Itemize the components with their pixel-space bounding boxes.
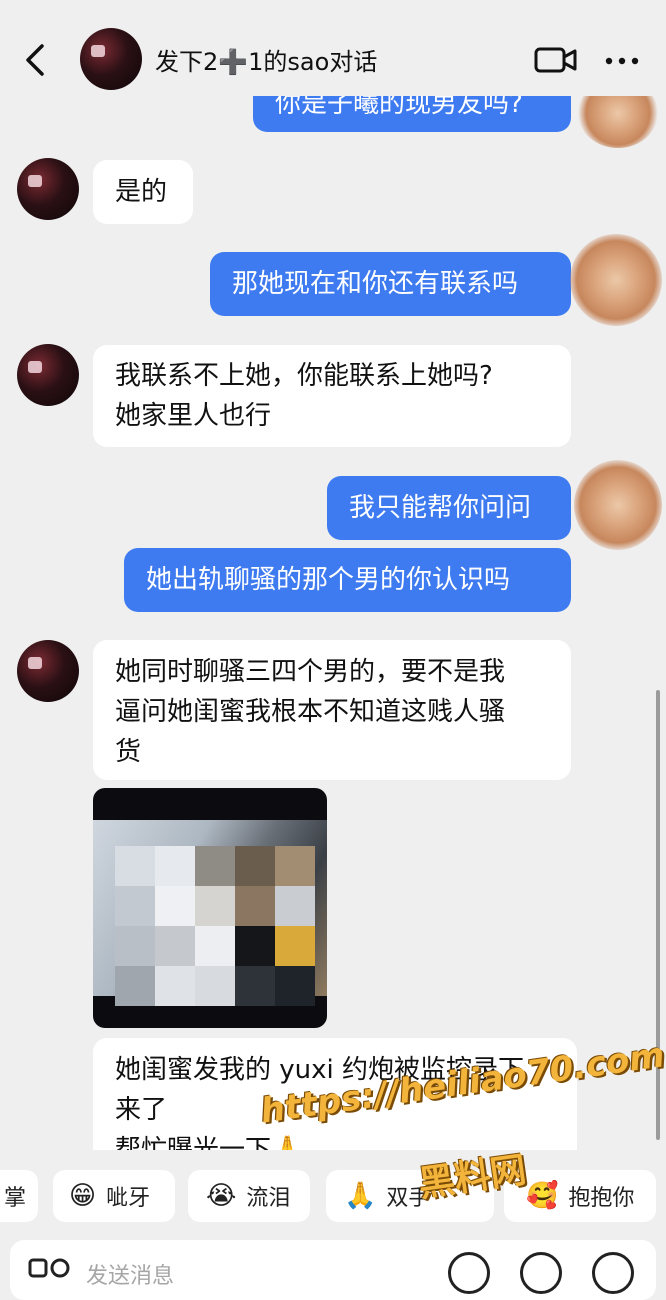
message-line: 我联系不上她，你能联系上她吗? <box>115 361 493 391</box>
message-text: 她出轨聊骚的那个男的你认识吗 <box>146 565 511 595</box>
mosaic-blur <box>115 846 315 1006</box>
grin-emoji-icon: 😁 <box>69 1181 97 1211</box>
chat-header: 发下2➕1的sao对话 <box>0 0 666 96</box>
contact-avatar[interactable] <box>17 158 79 220</box>
contact-avatar[interactable] <box>17 344 79 406</box>
reaction-chip[interactable]: 😁 呲牙 <box>53 1170 175 1222</box>
reaction-chip[interactable]: 😭 流泪 <box>188 1170 310 1222</box>
reaction-label: 抱抱你 <box>568 1186 635 1211</box>
reaction-label: 呲牙 <box>106 1186 151 1211</box>
message-bubble-incoming[interactable]: 是的 <box>93 160 193 224</box>
self-avatar[interactable] <box>570 234 662 326</box>
message-bubble-incoming[interactable]: 她同时聊骚三四个男的，要不是我 逼问她闺蜜我根本不知道这贱人骚 货 <box>93 640 571 780</box>
message-list[interactable]: 你是子曦的现男友吗? 是的 那她现在和你还有联系吗 我联系不上她，你能联系上她吗… <box>0 0 666 1150</box>
self-avatar[interactable] <box>574 460 662 550</box>
message-line: 她家里人也行 <box>115 401 272 431</box>
quick-reaction-bar: 掌 😁 呲牙 😭 流泪 🙏 双手 🥰 抱抱你 <box>0 1170 666 1224</box>
contact-avatar[interactable] <box>17 640 79 702</box>
chat-screen: 你是子曦的现男友吗? 是的 那她现在和你还有联系吗 我联系不上她，你能联系上她吗… <box>0 0 666 1300</box>
more-dots-icon[interactable] <box>604 56 640 66</box>
shapes-icon[interactable] <box>28 1256 72 1280</box>
message-line: 货 <box>115 737 142 767</box>
message-input[interactable]: 发送消息 <box>86 1258 174 1290</box>
crying-emoji-icon: 😭 <box>206 1181 237 1211</box>
reaction-label: 流泪 <box>246 1186 291 1211</box>
message-text: 是的 <box>115 177 168 207</box>
contact-avatar[interactable] <box>80 28 142 90</box>
voice-icon[interactable] <box>448 1252 490 1294</box>
message-bubble-outgoing[interactable]: 我只能帮你问问 <box>327 476 571 540</box>
emoji-icon[interactable] <box>520 1252 562 1294</box>
chevron-left-icon[interactable] <box>22 40 50 80</box>
message-bubble-outgoing[interactable]: 那她现在和你还有联系吗 <box>210 252 571 316</box>
video-camera-icon[interactable] <box>534 46 578 74</box>
add-icon[interactable] <box>592 1252 634 1294</box>
message-text: 我只能帮你问问 <box>349 493 532 523</box>
message-line: 她同时聊骚三四个男的，要不是我 <box>115 657 506 687</box>
message-bubble-incoming[interactable]: 我联系不上她，你能联系上她吗? 她家里人也行 <box>93 345 571 447</box>
message-image[interactable] <box>93 788 327 1028</box>
message-text: 那她现在和你还有联系吗 <box>232 269 519 299</box>
message-line: 逼问她闺蜜我根本不知道这贱人骚 <box>115 697 506 727</box>
pray-hands-icon: 🙏 <box>344 1181 377 1211</box>
message-bubble-outgoing[interactable]: 她出轨聊骚的那个男的你认识吗 <box>124 548 571 612</box>
reaction-label: 掌 <box>4 1186 27 1211</box>
chat-title: 发下2➕1的sao对话 <box>155 48 378 76</box>
reaction-chip[interactable]: 掌 <box>0 1170 38 1222</box>
hug-emoji-icon: 🥰 <box>526 1181 559 1211</box>
